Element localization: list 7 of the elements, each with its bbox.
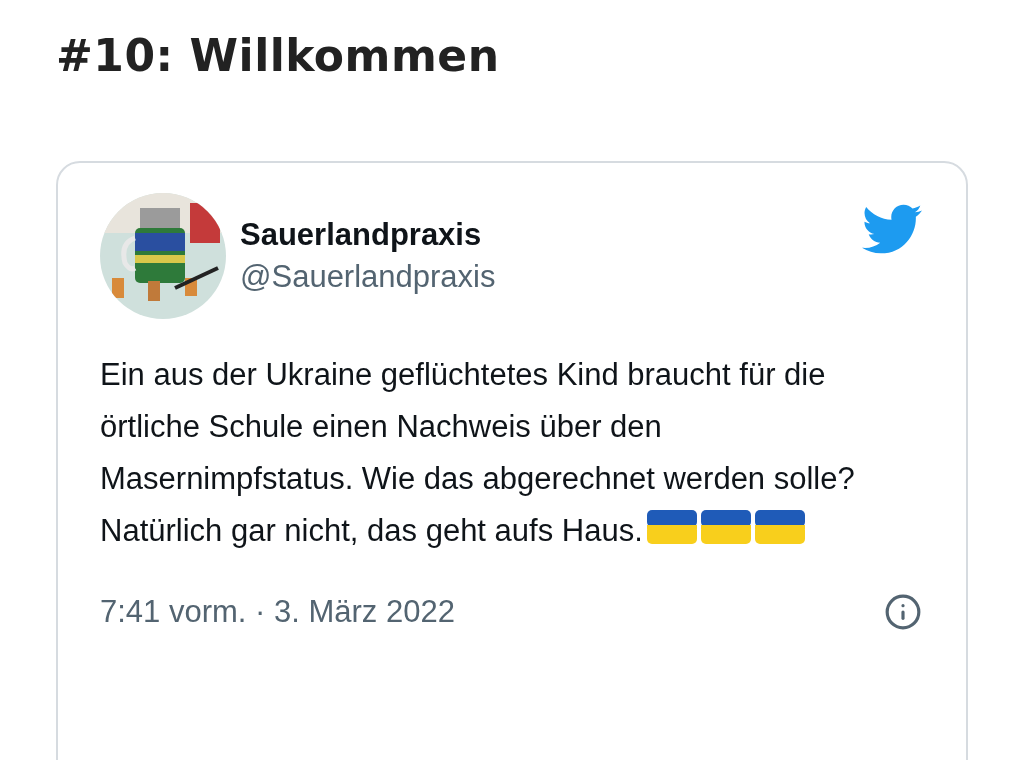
account-name: Sauerlandpraxis bbox=[240, 217, 483, 253]
info-icon[interactable] bbox=[884, 593, 922, 631]
account-handle: @Sauerlandpraxis bbox=[240, 259, 497, 295]
tweet-timestamp: 7:41 vorm. · 3. März 2022 bbox=[100, 594, 455, 630]
tweet-text: Natürlich gar nicht, das geht aufs Haus. bbox=[100, 513, 643, 548]
article-heading: #10: Willkommen bbox=[56, 30, 501, 81]
tweet-text: Ein aus der Ukraine geflüchtetes Kind braucht für die örtliche Schule einen Nachweis über den Masernimpfstatus. Wie das abgerechnet werden solle? bbox=[100, 357, 855, 496]
